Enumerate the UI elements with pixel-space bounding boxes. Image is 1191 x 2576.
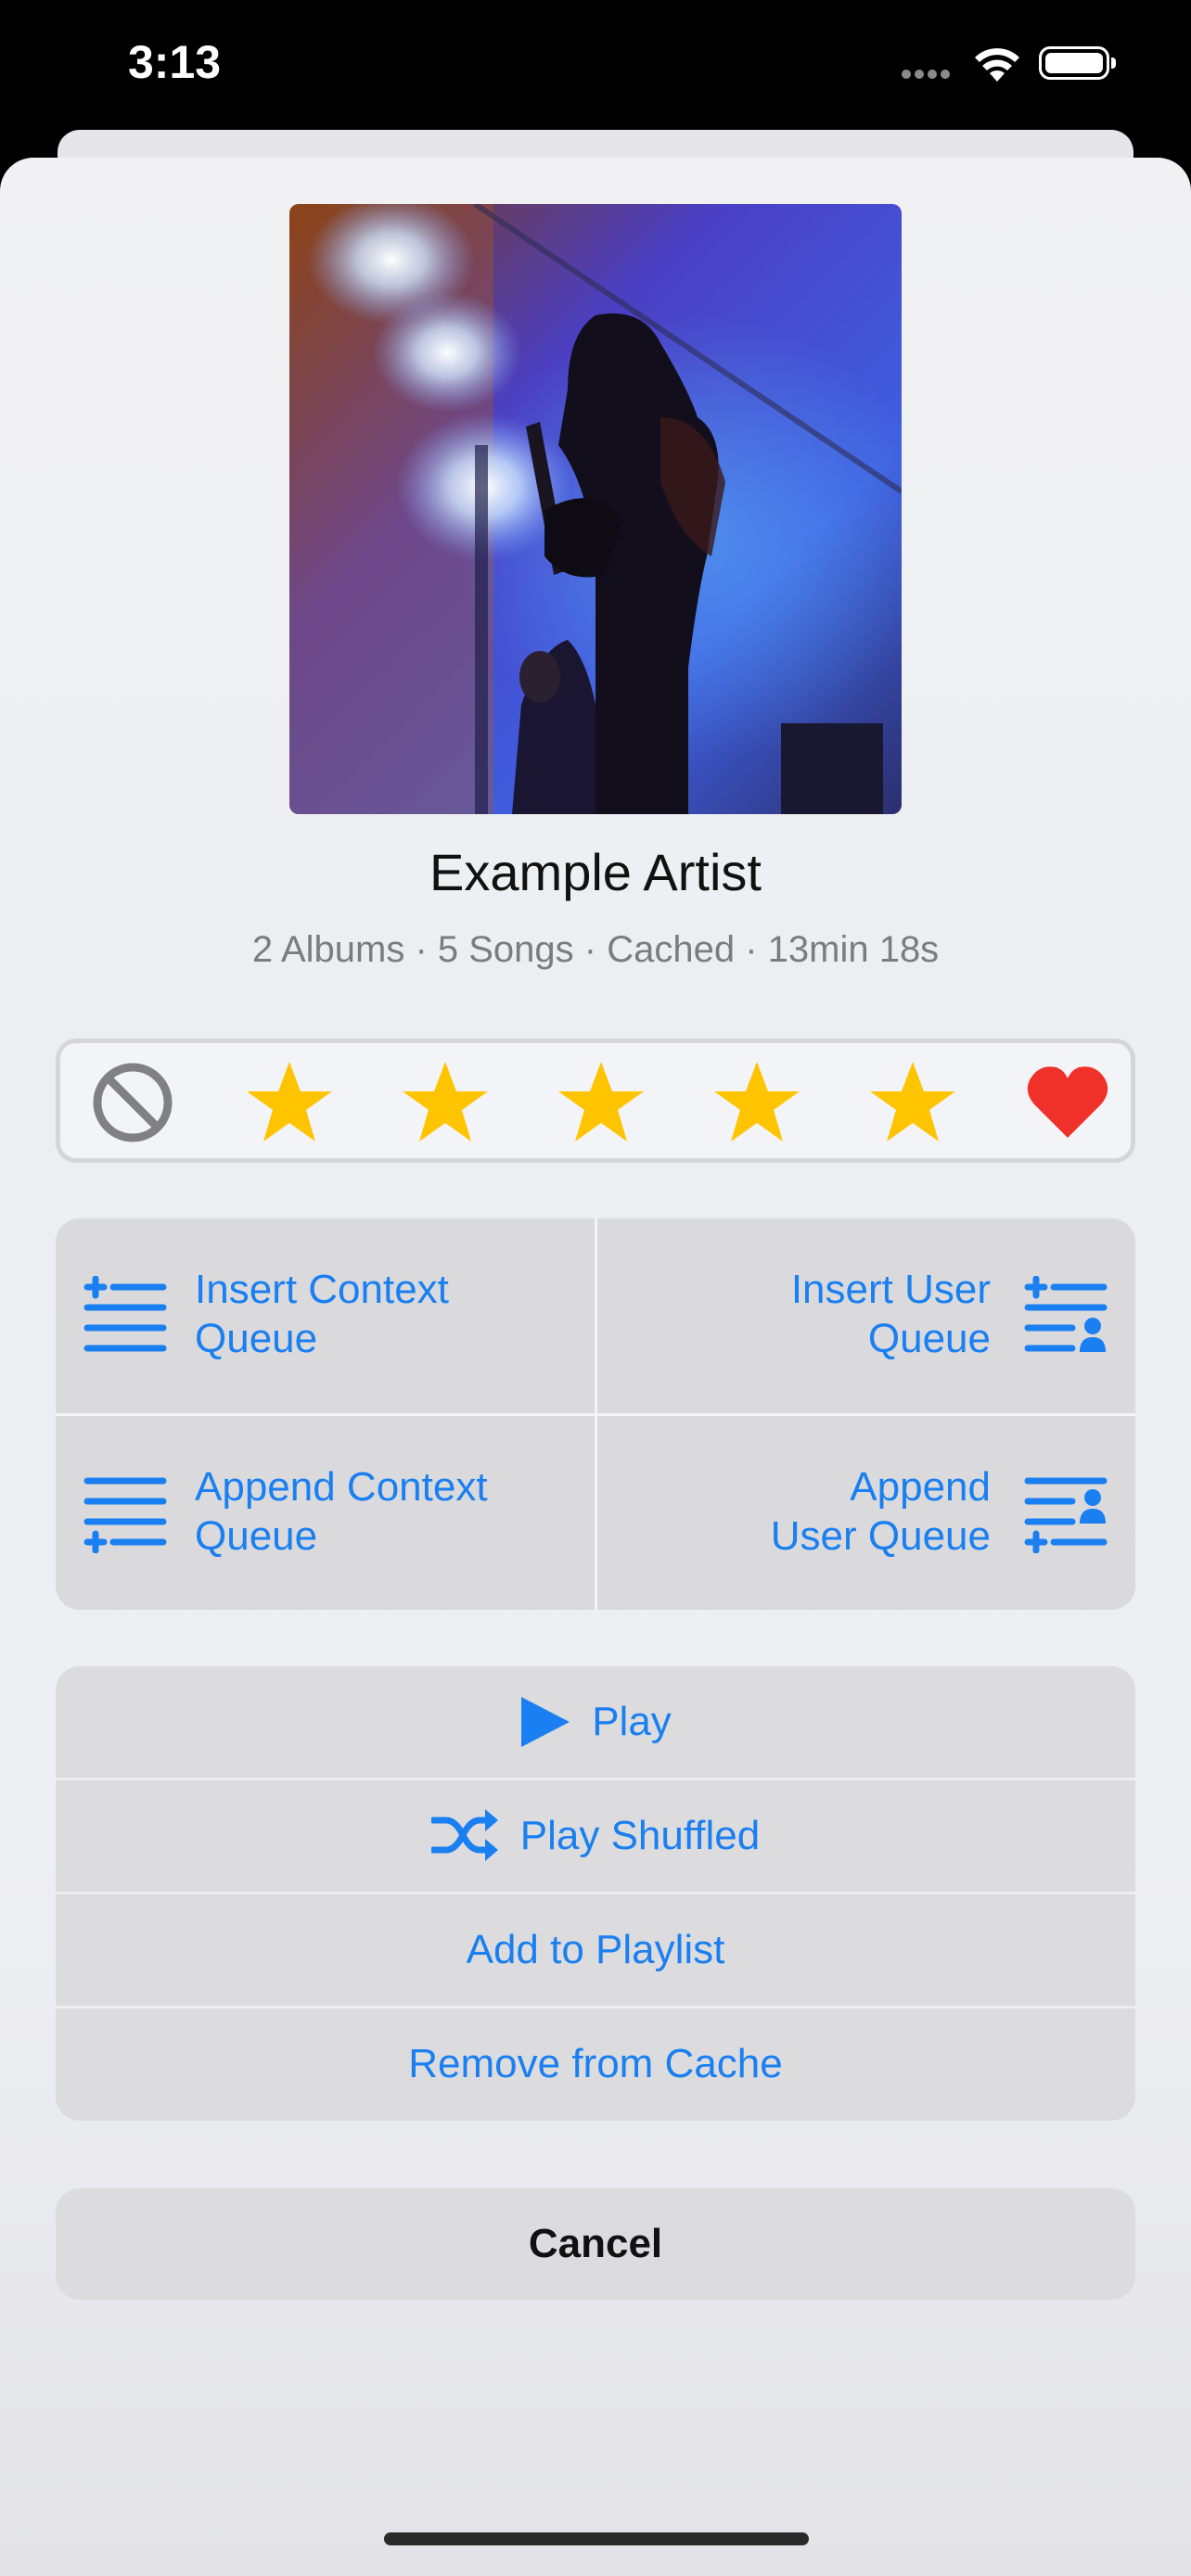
add-to-playlist-button[interactable]: Add to Playlist (56, 1894, 1135, 2006)
star-2-icon[interactable] (399, 1056, 492, 1149)
wifi-icon (972, 45, 1022, 86)
status-bar: 3:13 (0, 0, 1191, 130)
append-context-queue-label: Append Context Queue (195, 1464, 488, 1559)
insert-user-queue-label: Insert User Queue (790, 1267, 991, 1361)
star-1-icon[interactable] (243, 1056, 336, 1149)
artist-artwork (289, 204, 902, 814)
actions-list: Play Play Shuffled Add to Playlist Remov… (56, 1666, 1135, 2121)
star-5-icon[interactable] (866, 1056, 959, 1149)
insert-list-icon (83, 1275, 167, 1356)
append-list-icon (83, 1473, 167, 1554)
append-context-queue-button[interactable]: Append Context Queue (56, 1416, 595, 1610)
append-user-queue-button[interactable]: Append User Queue (596, 1416, 1135, 1610)
play-icon (521, 1697, 570, 1747)
append-user-queue-label: Append User Queue (770, 1464, 991, 1559)
artist-info: 2 Albums · 5 Songs · Cached · 13min 18s (251, 929, 940, 970)
insert-context-queue-button[interactable]: Insert Context Queue (56, 1218, 595, 1413)
favorite-heart-icon[interactable] (1021, 1056, 1114, 1149)
play-shuffled-label: Play Shuffled (519, 1813, 761, 1858)
battery-icon (1039, 46, 1116, 80)
queue-actions-grid: Insert Context Queue Insert User Queue A… (56, 1218, 1135, 1610)
artist-name: Example Artist (429, 843, 762, 901)
home-indicator (384, 2532, 809, 2545)
status-time: 3:13 (128, 36, 222, 88)
shuffle-icon (430, 1809, 498, 1861)
play-label: Play (592, 1699, 672, 1744)
cancel-button[interactable]: Cancel (56, 2188, 1135, 2300)
insert-user-list-icon (1024, 1275, 1108, 1356)
action-sheet: Example Artist 2 Albums · 5 Songs · Cach… (0, 158, 1191, 2576)
rating-bar (56, 1039, 1135, 1163)
remove-from-cache-label: Remove from Cache (408, 2041, 783, 2086)
play-button[interactable]: Play (56, 1666, 1135, 1778)
add-to-playlist-label: Add to Playlist (466, 1927, 725, 1972)
insert-user-queue-button[interactable]: Insert User Queue (596, 1218, 1135, 1413)
insert-context-queue-label: Insert Context Queue (195, 1267, 449, 1361)
grid-horizontal-divider (56, 1413, 1135, 1416)
star-4-icon[interactable] (711, 1056, 803, 1149)
cellular-icon (902, 67, 954, 83)
play-shuffled-button[interactable]: Play Shuffled (56, 1780, 1135, 1892)
append-user-list-icon (1024, 1473, 1108, 1554)
remove-from-cache-button[interactable]: Remove from Cache (56, 2009, 1135, 2120)
clear-rating-icon[interactable] (86, 1056, 179, 1149)
star-3-icon[interactable] (555, 1056, 647, 1149)
